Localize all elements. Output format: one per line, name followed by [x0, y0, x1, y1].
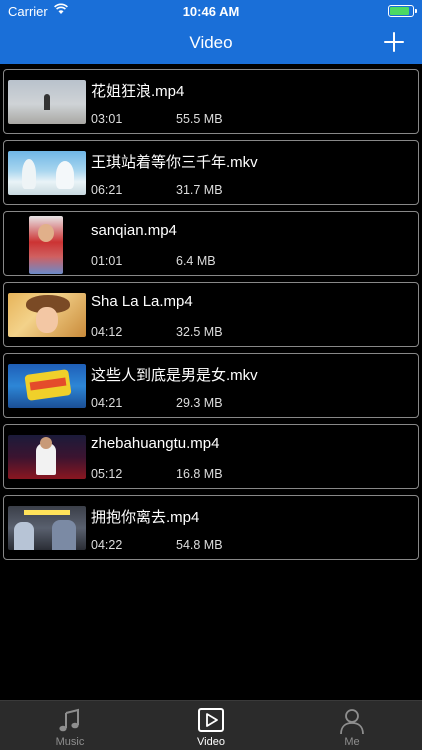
video-thumbnail — [8, 293, 86, 337]
video-row[interactable]: 拥抱你离去.mp4 04:22 54.8 MB — [3, 495, 419, 560]
video-row[interactable]: 花姐狂浪.mp4 03:01 55.5 MB — [3, 69, 419, 134]
status-bar: Carrier 10:46 AM — [0, 0, 422, 22]
tab-label: Video — [197, 736, 225, 748]
tab-label: Me — [344, 736, 360, 748]
video-size: 54.8 MB — [176, 538, 223, 552]
video-duration: 04:21 — [91, 396, 123, 410]
video-size: 31.7 MB — [176, 183, 223, 197]
video-row[interactable]: sanqian.mp4 01:01 6.4 MB — [3, 211, 419, 276]
video-row[interactable]: 这些人到底是男是女.mkv 04:21 29.3 MB — [3, 353, 419, 418]
video-thumbnail — [8, 151, 86, 195]
video-list: 花姐狂浪.mp4 03:01 55.5 MB 王琪站着等你三千年.mkv 06:… — [0, 64, 422, 700]
tab-bar: Music Video Me — [0, 700, 422, 750]
video-duration: 03:01 — [91, 112, 123, 126]
video-name: zhebahuangtu.mp4 — [91, 435, 220, 452]
video-duration: 05:12 — [91, 467, 123, 481]
video-name: 拥抱你离去.mp4 — [91, 509, 200, 526]
video-size: 29.3 MB — [176, 396, 223, 410]
tab-me[interactable]: Me — [282, 701, 422, 750]
video-row[interactable]: Sha La La.mp4 04:12 32.5 MB — [3, 282, 419, 347]
add-button[interactable] — [382, 30, 406, 54]
video-duration: 01:01 — [91, 254, 123, 268]
video-row[interactable]: 王琪站着等你三千年.mkv 06:21 31.7 MB — [3, 140, 419, 205]
tab-video[interactable]: Video — [141, 701, 281, 750]
navigation-bar: Carrier 10:46 AM Video — [0, 0, 422, 64]
video-thumbnail — [8, 80, 86, 124]
video-thumbnail — [29, 216, 63, 274]
tab-label: Music — [55, 736, 85, 748]
clock: 10:46 AM — [182, 4, 240, 19]
video-name: 王琪站着等你三千年.mkv — [91, 154, 258, 171]
video-size: 6.4 MB — [176, 254, 216, 268]
video-size: 16.8 MB — [176, 467, 223, 481]
page-title: Video — [189, 33, 233, 52]
music-note-icon — [59, 708, 79, 732]
video-row[interactable]: zhebahuangtu.mp4 05:12 16.8 MB — [3, 424, 419, 489]
video-duration: 04:12 — [91, 325, 123, 339]
video-size: 32.5 MB — [176, 325, 223, 339]
play-icon — [198, 708, 224, 732]
video-size: 55.5 MB — [176, 112, 223, 126]
video-name: 花姐狂浪.mp4 — [91, 83, 185, 100]
tab-music[interactable]: Music — [0, 701, 140, 750]
battery-icon — [388, 5, 417, 17]
video-name: 这些人到底是男是女.mkv — [91, 367, 258, 384]
video-thumbnail — [8, 435, 86, 479]
person-icon — [340, 709, 364, 735]
video-name: Sha La La.mp4 — [91, 293, 193, 310]
video-duration: 06:21 — [91, 183, 123, 197]
video-thumbnail — [8, 506, 86, 550]
video-thumbnail — [8, 364, 86, 408]
video-name: sanqian.mp4 — [91, 222, 177, 239]
video-duration: 04:22 — [91, 538, 123, 552]
